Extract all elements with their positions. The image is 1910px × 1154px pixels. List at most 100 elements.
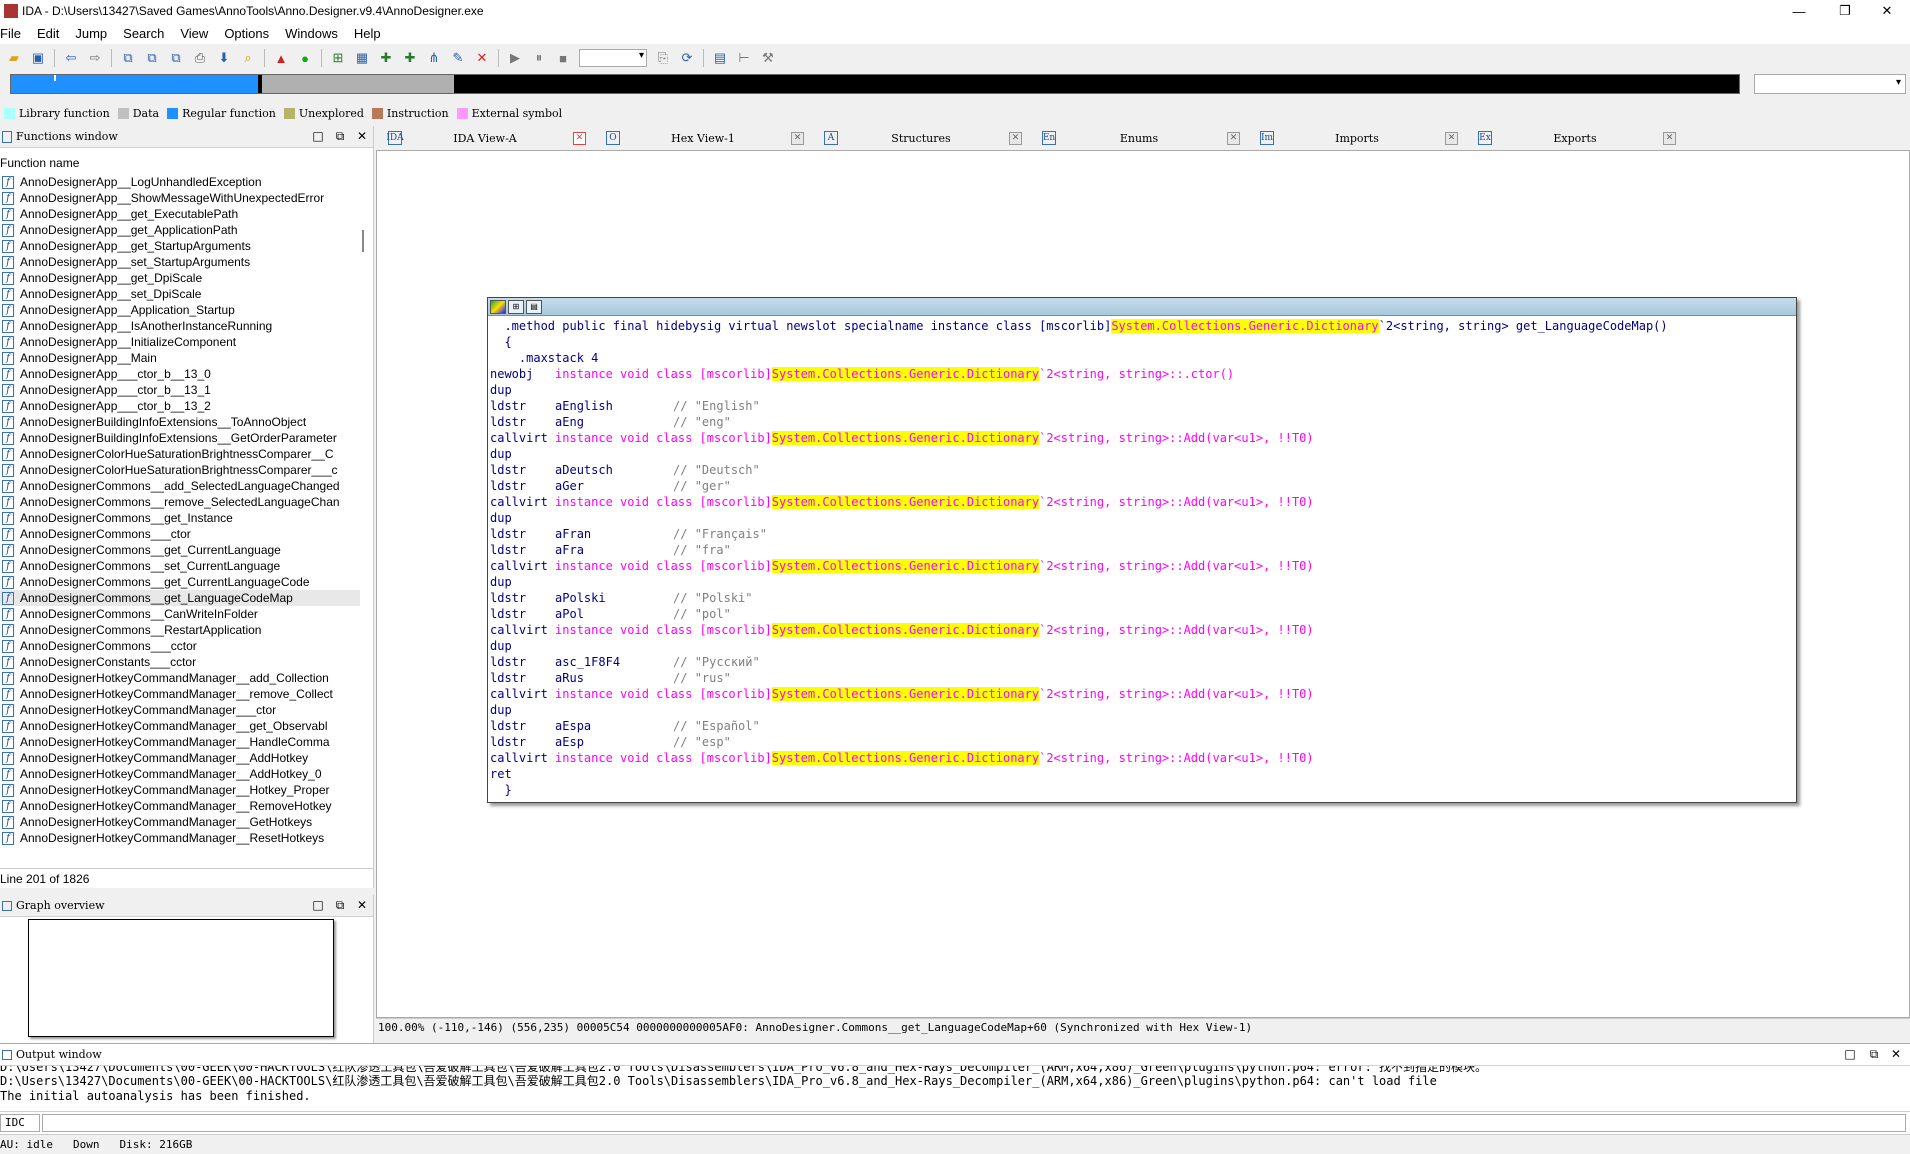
ldstr-line[interactable]: ldstr aFran// "Français" bbox=[490, 526, 1794, 542]
function-list-item[interactable]: f AnnoDesignerHotkeyCommandManager___ctor bbox=[0, 702, 360, 718]
forward-icon[interactable]: ⇨ bbox=[85, 48, 105, 68]
method-signature-line[interactable]: .method public final hidebysig virtual n… bbox=[490, 318, 1794, 334]
print-icon[interactable]: ⎙ bbox=[190, 48, 210, 68]
string-symbol[interactable]: aDeutsch bbox=[555, 462, 673, 478]
function-list-item[interactable]: f AnnoDesignerHotkeyCommandManager__GetHo… bbox=[0, 814, 360, 830]
tree-icon[interactable]: ⊢ bbox=[734, 48, 754, 68]
menu-file[interactable]: File bbox=[0, 26, 29, 41]
add-edge-icon[interactable]: ✚ bbox=[400, 48, 420, 68]
pane-close-icon[interactable]: ✕ bbox=[354, 898, 370, 912]
pane-close-icon[interactable]: ✕ bbox=[354, 129, 370, 143]
binary-search-icon[interactable]: ⧉ bbox=[118, 48, 138, 68]
function-list-item[interactable]: f AnnoDesignerCommons__get_CurrentLanguag… bbox=[0, 542, 360, 558]
function-list-item[interactable]: f AnnoDesignerCommons___ctor bbox=[0, 526, 360, 542]
open-file-icon[interactable]: ▰ bbox=[4, 48, 24, 68]
play-icon[interactable]: ▶ bbox=[505, 48, 525, 68]
red-triangle-icon[interactable]: ▲ bbox=[271, 48, 291, 68]
pane-restore-icon[interactable]: □ bbox=[310, 129, 326, 143]
callvirt-line[interactable]: callvirt instance void class [mscorlib]S… bbox=[490, 622, 1794, 638]
string-symbol[interactable]: aEspa bbox=[555, 718, 673, 734]
text-search-icon[interactable]: ⧉ bbox=[142, 48, 162, 68]
save-icon[interactable]: ▣ bbox=[28, 48, 48, 68]
menu-edit[interactable]: Edit bbox=[29, 26, 67, 41]
function-list-item[interactable]: f AnnoDesignerApp__Application_Startup bbox=[0, 302, 360, 318]
maximize-button[interactable]: ❐ bbox=[1822, 0, 1868, 22]
output-text[interactable]: D:\Users\13427\Documents\00-GEEK\00-HACK… bbox=[0, 1066, 1880, 1104]
string-symbol[interactable]: aEsp bbox=[555, 734, 673, 750]
function-list-item[interactable]: f AnnoDesignerConstants___cctor bbox=[0, 654, 360, 670]
tools-icon[interactable]: ⚒ bbox=[758, 48, 778, 68]
function-list-item[interactable]: f AnnoDesignerHotkeyCommandManager__Reset… bbox=[0, 830, 360, 846]
delete-icon[interactable]: ✕ bbox=[472, 48, 492, 68]
node-group-icon[interactable]: ⊞ bbox=[508, 299, 524, 314]
string-symbol[interactable]: aPol bbox=[555, 606, 673, 622]
menu-windows[interactable]: Windows bbox=[277, 26, 346, 41]
function-list-item[interactable]: f AnnoDesignerCommons__set_CurrentLanguag… bbox=[0, 558, 360, 574]
tab-close-icon[interactable]: ✕ bbox=[1227, 131, 1240, 145]
back-icon[interactable]: ⇦ bbox=[61, 48, 81, 68]
table-icon[interactable]: ▦ bbox=[352, 48, 372, 68]
menu-view[interactable]: View bbox=[172, 26, 216, 41]
function-list-scrollbar[interactable] bbox=[362, 230, 364, 252]
ldstr-line[interactable]: ldstr aEsp// "esp" bbox=[490, 734, 1794, 750]
ldstr-line[interactable]: ldstr aEng// "eng" bbox=[490, 414, 1794, 430]
tab-hex-view-1[interactable]: O Hex View-1 ✕ bbox=[594, 126, 812, 150]
graph-node[interactable]: ⊞ ▤ .method public final hidebysig virtu… bbox=[487, 297, 1797, 803]
maxstack-line[interactable]: .maxstack 4 bbox=[490, 350, 1794, 366]
nav-combo[interactable] bbox=[1754, 74, 1906, 94]
dup-line[interactable]: dup bbox=[490, 510, 1794, 526]
tab-close-icon[interactable]: ✕ bbox=[791, 131, 804, 145]
function-list-item[interactable]: f AnnoDesignerApp__LogUnhandledException bbox=[0, 174, 360, 190]
callvirt-line[interactable]: callvirt instance void class [mscorlib]S… bbox=[490, 558, 1794, 574]
brace-line[interactable]: { bbox=[490, 334, 1794, 350]
callvirt-line[interactable]: callvirt instance void class [mscorlib]S… bbox=[490, 430, 1794, 446]
dup-line[interactable]: dup bbox=[490, 574, 1794, 590]
string-symbol[interactable]: aGer bbox=[555, 478, 673, 494]
string-symbol[interactable]: aFran bbox=[555, 526, 673, 542]
ldstr-line[interactable]: ldstr aPolski// "Polski" bbox=[490, 590, 1794, 606]
function-name-column-header[interactable]: Function name bbox=[0, 156, 79, 170]
node-color-icon[interactable] bbox=[490, 299, 506, 314]
function-list-item[interactable]: f AnnoDesignerApp__get_DpiScale bbox=[0, 270, 360, 286]
function-list-item[interactable]: f AnnoDesignerApp___ctor_b__13_0 bbox=[0, 366, 360, 382]
function-list-item[interactable]: f AnnoDesignerCommons__RestartApplication bbox=[0, 622, 360, 638]
pause-icon[interactable]: ⏸ bbox=[529, 48, 549, 68]
tab-close-icon[interactable]: ✕ bbox=[1009, 131, 1022, 145]
callvirt-line[interactable]: callvirt instance void class [mscorlib]S… bbox=[490, 686, 1794, 702]
ldstr-line[interactable]: ldstr asc_1F8F4// "Русский" bbox=[490, 654, 1794, 670]
search-next-icon[interactable]: ⧉ bbox=[166, 48, 186, 68]
disassembly-code[interactable]: .method public final hidebysig virtual n… bbox=[490, 318, 1794, 798]
close-window-button[interactable]: ✕ bbox=[1864, 0, 1910, 22]
tab-close-icon[interactable]: ✕ bbox=[1445, 131, 1458, 145]
function-list-item[interactable]: f AnnoDesignerApp__IsAnotherInstanceRunni… bbox=[0, 318, 360, 334]
callvirt-line[interactable]: callvirt instance void class [mscorlib]S… bbox=[490, 494, 1794, 510]
pane-close-icon[interactable]: ✕ bbox=[1888, 1047, 1904, 1061]
function-list-item[interactable]: f AnnoDesignerApp__get_ExecutablePath bbox=[0, 206, 360, 222]
newobj-line[interactable]: newobj instance void class [mscorlib]Sys… bbox=[490, 366, 1794, 382]
function-list-item[interactable]: f AnnoDesignerApp__get_StartupArguments bbox=[0, 238, 360, 254]
green-circle-icon[interactable]: ● bbox=[295, 48, 315, 68]
pane-restore-icon[interactable]: □ bbox=[310, 898, 326, 912]
sync-icon[interactable]: ⟳ bbox=[677, 48, 697, 68]
function-list-item[interactable]: f AnnoDesignerApp___ctor_b__13_2 bbox=[0, 398, 360, 414]
ldstr-line[interactable]: ldstr aDeutsch// "Deutsch" bbox=[490, 462, 1794, 478]
menu-jump[interactable]: Jump bbox=[67, 26, 115, 41]
ldstr-line[interactable]: ldstr aFra// "fra" bbox=[490, 542, 1794, 558]
graph-icon[interactable]: ⊞ bbox=[328, 48, 348, 68]
string-symbol[interactable]: aEng bbox=[555, 414, 673, 430]
ret-line[interactable]: ret bbox=[490, 766, 1794, 782]
pane-float-icon[interactable]: ⧉ bbox=[1866, 1047, 1882, 1062]
function-list-item[interactable]: f AnnoDesignerHotkeyCommandManager__Hotke… bbox=[0, 782, 360, 798]
menu-options[interactable]: Options bbox=[216, 26, 277, 41]
menu-help[interactable]: Help bbox=[346, 26, 389, 41]
ldstr-line[interactable]: ldstr aEspa// "Español" bbox=[490, 718, 1794, 734]
dup-line[interactable]: dup bbox=[490, 702, 1794, 718]
function-list-item[interactable]: f AnnoDesignerHotkeyCommandManager__remov… bbox=[0, 686, 360, 702]
function-list-item[interactable]: f AnnoDesignerCommons__remove_SelectedLan… bbox=[0, 494, 360, 510]
graph-overview-viewport[interactable] bbox=[28, 919, 334, 1037]
idc-input[interactable] bbox=[42, 1113, 1906, 1132]
yellow-search-icon[interactable]: ⌕ bbox=[238, 48, 258, 68]
tab-imports[interactable]: Im Imports ✕ bbox=[1248, 126, 1466, 150]
function-list-item[interactable]: f AnnoDesignerColorHueSaturationBrightnes… bbox=[0, 462, 360, 478]
node-collapse-icon[interactable]: ▤ bbox=[526, 299, 542, 314]
